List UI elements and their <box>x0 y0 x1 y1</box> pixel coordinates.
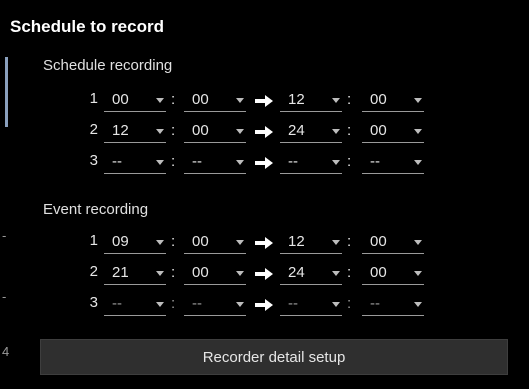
chevron-down-icon <box>236 271 244 276</box>
chevron-down-icon <box>236 160 244 165</box>
chevron-down-icon <box>414 129 422 134</box>
edge-mark: 4 <box>2 344 10 359</box>
schedule-row-1: 1 00 : 00 12 : 00 <box>0 89 529 113</box>
arrow-right-icon <box>255 157 273 169</box>
end-minute-select[interactable]: 00 <box>362 120 424 143</box>
panel-title: Schedule to record <box>10 17 164 36</box>
chevron-down-icon <box>156 98 164 103</box>
time-colon: : <box>347 91 352 108</box>
time-colon: : <box>171 122 176 139</box>
chevron-down-icon <box>414 240 422 245</box>
chevron-down-icon <box>332 302 340 307</box>
chevron-down-icon <box>236 98 244 103</box>
start-hour-select[interactable]: -- <box>104 293 166 316</box>
chevron-down-icon <box>332 129 340 134</box>
event-recording-label: Event recording <box>43 201 149 218</box>
arrow-right-icon <box>255 299 273 311</box>
chevron-down-icon <box>156 302 164 307</box>
start-minute-select[interactable]: 00 <box>184 89 246 112</box>
chevron-down-icon <box>332 160 340 165</box>
start-minute-select[interactable]: 00 <box>184 120 246 143</box>
start-minute-select[interactable]: -- <box>184 151 246 174</box>
end-minute-select[interactable]: 00 <box>362 231 424 254</box>
recorder-detail-setup-button[interactable]: Recorder detail setup <box>40 339 508 375</box>
row-number: 3 <box>89 152 98 169</box>
arrow-right-icon <box>255 95 273 107</box>
arrow-right-icon <box>255 126 273 138</box>
start-hour-select[interactable]: 21 <box>104 262 166 285</box>
chevron-down-icon <box>156 240 164 245</box>
time-colon: : <box>171 295 176 312</box>
arrow-right-icon <box>255 268 273 280</box>
start-minute-select[interactable]: 00 <box>184 231 246 254</box>
start-hour-select[interactable]: 09 <box>104 231 166 254</box>
row-number: 2 <box>89 263 98 280</box>
chevron-down-icon <box>156 271 164 276</box>
end-hour-select[interactable]: 24 <box>280 262 342 285</box>
chevron-down-icon <box>414 98 422 103</box>
event-row-1: 1 09 : 00 12 : 00 <box>0 231 529 255</box>
event-row-3: 3 -- : -- -- : -- <box>0 293 529 317</box>
end-minute-select[interactable]: 00 <box>362 89 424 112</box>
chevron-down-icon <box>236 240 244 245</box>
start-minute-select[interactable]: -- <box>184 293 246 316</box>
end-minute-select[interactable]: -- <box>362 293 424 316</box>
start-minute-select[interactable]: 00 <box>184 262 246 285</box>
end-minute-select[interactable]: 00 <box>362 262 424 285</box>
schedule-row-3: 3 -- : -- -- : -- <box>0 151 529 175</box>
end-hour-select[interactable]: 24 <box>280 120 342 143</box>
start-hour-select[interactable]: -- <box>104 151 166 174</box>
end-hour-select[interactable]: -- <box>280 151 342 174</box>
time-colon: : <box>171 153 176 170</box>
row-number: 1 <box>89 90 98 107</box>
end-hour-select[interactable]: -- <box>280 293 342 316</box>
row-number: 2 <box>89 121 98 138</box>
end-hour-select[interactable]: 12 <box>280 231 342 254</box>
start-hour-select[interactable]: 12 <box>104 120 166 143</box>
chevron-down-icon <box>156 160 164 165</box>
end-hour-select[interactable]: 12 <box>280 89 342 112</box>
chevron-down-icon <box>332 271 340 276</box>
chevron-down-icon <box>332 98 340 103</box>
time-colon: : <box>347 122 352 139</box>
chevron-down-icon <box>156 129 164 134</box>
row-number: 3 <box>89 294 98 311</box>
schedule-row-2: 2 12 : 00 24 : 00 <box>0 120 529 144</box>
time-colon: : <box>171 91 176 108</box>
time-colon: : <box>347 153 352 170</box>
time-colon: : <box>171 233 176 250</box>
chevron-down-icon <box>236 129 244 134</box>
time-colon: : <box>171 264 176 281</box>
time-colon: : <box>347 264 352 281</box>
end-minute-select[interactable]: -- <box>362 151 424 174</box>
arrow-right-icon <box>255 237 273 249</box>
event-row-2: 2 21 : 00 24 : 00 <box>0 262 529 286</box>
start-hour-select[interactable]: 00 <box>104 89 166 112</box>
chevron-down-icon <box>332 240 340 245</box>
chevron-down-icon <box>414 271 422 276</box>
chevron-down-icon <box>414 160 422 165</box>
row-number: 1 <box>89 232 98 249</box>
chevron-down-icon <box>236 302 244 307</box>
time-colon: : <box>347 295 352 312</box>
chevron-down-icon <box>414 302 422 307</box>
schedule-recording-label: Schedule recording <box>43 57 173 74</box>
time-colon: : <box>347 233 352 250</box>
